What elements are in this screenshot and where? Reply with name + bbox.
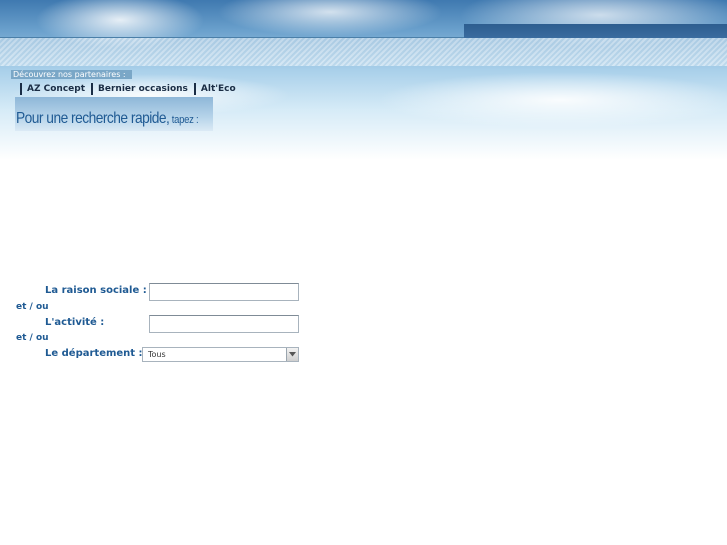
quick-search-heading-tail: tapez :	[169, 114, 199, 126]
quick-search-banner: Pour une recherche rapide, tapez :	[15, 97, 213, 131]
select-arrow-button[interactable]	[286, 348, 298, 361]
connector-et-ou-1: et / ou	[16, 302, 49, 312]
header-striped-band	[0, 37, 727, 66]
quick-search-heading-main: Pour une recherche rapide,	[16, 110, 170, 127]
raison-sociale-input[interactable]	[149, 283, 299, 301]
departement-select[interactable]: Tous	[142, 347, 299, 362]
partner-link-az-concept[interactable]: AZ Concept	[20, 83, 90, 95]
raison-sociale-label: La raison sociale :	[45, 285, 147, 296]
activite-label: L'activité :	[45, 317, 105, 328]
chevron-down-icon	[289, 352, 296, 357]
partner-link-bernier-occasions[interactable]: Bernier occasions	[91, 83, 193, 95]
partners-links: AZ Concept Bernier occasions Alt'Eco	[20, 82, 242, 96]
activite-input[interactable]	[149, 315, 299, 333]
header-dark-tab	[464, 24, 727, 38]
partner-link-alteco[interactable]: Alt'Eco	[193, 83, 241, 95]
connector-et-ou-2: et / ou	[16, 333, 49, 343]
quick-search-heading: Pour une recherche rapide, tapez :	[16, 110, 199, 128]
departement-select-value: Tous	[148, 350, 166, 359]
partners-title: Découvrez nos partenaires :	[11, 70, 132, 79]
departement-label: Le département :	[45, 348, 143, 359]
